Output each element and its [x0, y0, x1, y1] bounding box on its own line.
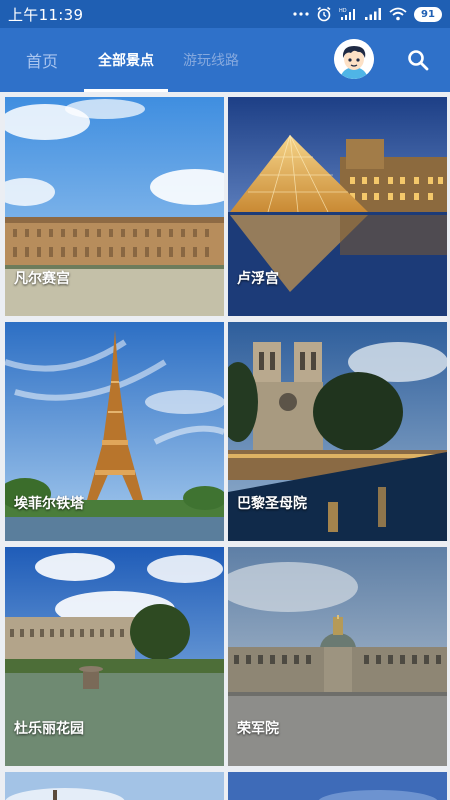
- attraction-name: 杜乐丽花园: [14, 721, 84, 737]
- wifi-icon: [389, 7, 407, 21]
- signal-hd-icon: HD: [339, 7, 357, 21]
- avatar-icon: [334, 39, 374, 79]
- tab-all-attractions[interactable]: 全部景点: [84, 28, 168, 92]
- search-icon: [408, 50, 429, 71]
- attraction-card[interactable]: [5, 772, 224, 800]
- attraction-card[interactable]: 杜乐丽花园: [5, 547, 224, 766]
- attraction-name: 凡尔赛宫: [14, 271, 70, 287]
- attraction-name: 巴黎圣母院: [237, 496, 307, 512]
- attraction-photo: [228, 772, 447, 800]
- user-avatar[interactable]: [334, 39, 374, 79]
- alarm-icon: [316, 6, 332, 22]
- attraction-grid: 凡尔赛宫 卢浮宫 埃菲尔铁塔 巴黎圣母院 杜乐丽花园 荣军院: [5, 97, 448, 800]
- attraction-card[interactable]: 埃菲尔铁塔: [5, 322, 224, 541]
- attraction-name: 埃菲尔铁塔: [14, 496, 84, 512]
- dots-icon: [293, 11, 309, 17]
- signal-icon: [364, 7, 382, 21]
- svg-text:HD: HD: [339, 8, 347, 14]
- attraction-card[interactable]: 荣军院: [228, 547, 447, 766]
- attraction-name: 卢浮宫: [237, 271, 279, 287]
- battery-icon: 91: [414, 6, 442, 22]
- tab-routes[interactable]: 游玩线路: [176, 28, 246, 92]
- app-screen: 上午11:39 HD 91 首页 全部景点 游玩线路 凡尔赛宫 卢浮宫 埃菲尔铁…: [0, 0, 450, 800]
- tab-home[interactable]: 首页: [14, 28, 70, 92]
- attraction-card[interactable]: [228, 772, 447, 800]
- attraction-name: 荣军院: [237, 721, 279, 737]
- status-icons: HD 91: [293, 6, 442, 22]
- status-time: 上午11:39: [8, 5, 84, 24]
- search-button[interactable]: [402, 44, 434, 76]
- status-bar: 上午11:39 HD 91: [0, 0, 450, 28]
- attraction-card[interactable]: 巴黎圣母院: [228, 322, 447, 541]
- attraction-photo: [5, 772, 224, 800]
- attraction-card[interactable]: 卢浮宫: [228, 97, 447, 316]
- tab-indicator: [84, 89, 168, 92]
- top-app-bar: 首页 全部景点 游玩线路: [0, 28, 450, 92]
- attraction-card[interactable]: 凡尔赛宫: [5, 97, 224, 316]
